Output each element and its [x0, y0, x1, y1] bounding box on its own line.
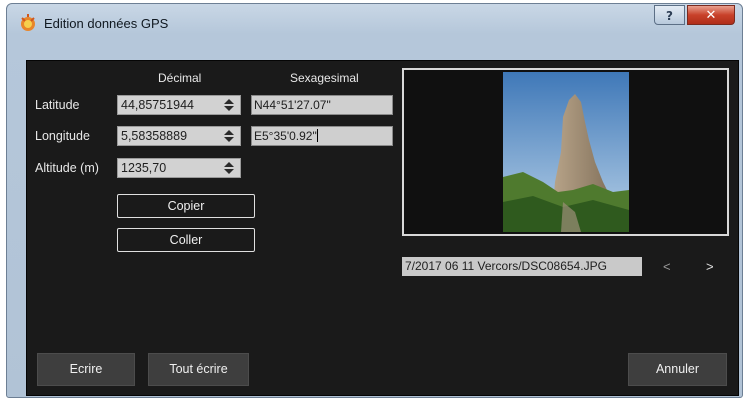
file-path-field[interactable]: 7/2017 06 11 Vercors/DSC08654.JPG: [402, 257, 642, 276]
spin-arrows-icon[interactable]: [223, 161, 235, 175]
latitude-decimal-value: 44,85751944: [121, 98, 194, 112]
file-path-value: 7/2017 06 11 Vercors/DSC08654.JPG: [405, 259, 607, 273]
spin-arrows-icon[interactable]: [223, 129, 235, 143]
window-title: Edition données GPS: [44, 16, 169, 31]
write-button[interactable]: Ecrire: [37, 353, 135, 386]
previous-image-button[interactable]: <: [663, 257, 671, 276]
altitude-decimal-value: 1235,70: [121, 161, 167, 175]
image-preview: [402, 68, 729, 236]
longitude-label: Longitude: [35, 129, 90, 143]
decimal-header: Décimal: [158, 71, 202, 85]
spin-arrows-icon[interactable]: [223, 98, 235, 112]
altitude-decimal-input[interactable]: 1235,70: [117, 158, 241, 178]
title-bar[interactable]: Edition données GPS ? ✕: [7, 4, 742, 42]
longitude-decimal-input[interactable]: 5,58358889: [117, 126, 241, 146]
help-button[interactable]: ?: [654, 5, 685, 25]
longitude-sexagesimal-value: E5°35'0.92": [254, 129, 317, 143]
latitude-sexagesimal-input[interactable]: N44°51'27.07": [251, 95, 393, 115]
longitude-decimal-value: 5,58358889: [121, 129, 188, 143]
cancel-button[interactable]: Annuler: [628, 353, 727, 386]
copy-button[interactable]: Copier: [117, 194, 255, 218]
app-icon: [21, 14, 35, 31]
text-cursor: [316, 129, 318, 142]
next-image-button[interactable]: >: [706, 257, 714, 276]
longitude-sexagesimal-input[interactable]: E5°35'0.92": [251, 126, 393, 146]
sexagesimal-header: Sexagesimal: [290, 71, 359, 85]
dialog-body: Décimal Sexagesimal Latitude 44,85751944…: [26, 60, 739, 396]
latitude-decimal-input[interactable]: 44,85751944: [117, 95, 241, 115]
dialog-window: Edition données GPS ? ✕ Décimal Sexagesi…: [6, 3, 743, 398]
close-button[interactable]: ✕: [687, 5, 735, 25]
latitude-label: Latitude: [35, 98, 80, 112]
paste-button[interactable]: Coller: [117, 228, 255, 252]
photo-thumbnail: [503, 72, 629, 232]
write-all-button[interactable]: Tout écrire: [148, 353, 249, 386]
latitude-sexagesimal-value: N44°51'27.07": [254, 98, 331, 112]
altitude-label: Altitude (m): [35, 161, 99, 175]
